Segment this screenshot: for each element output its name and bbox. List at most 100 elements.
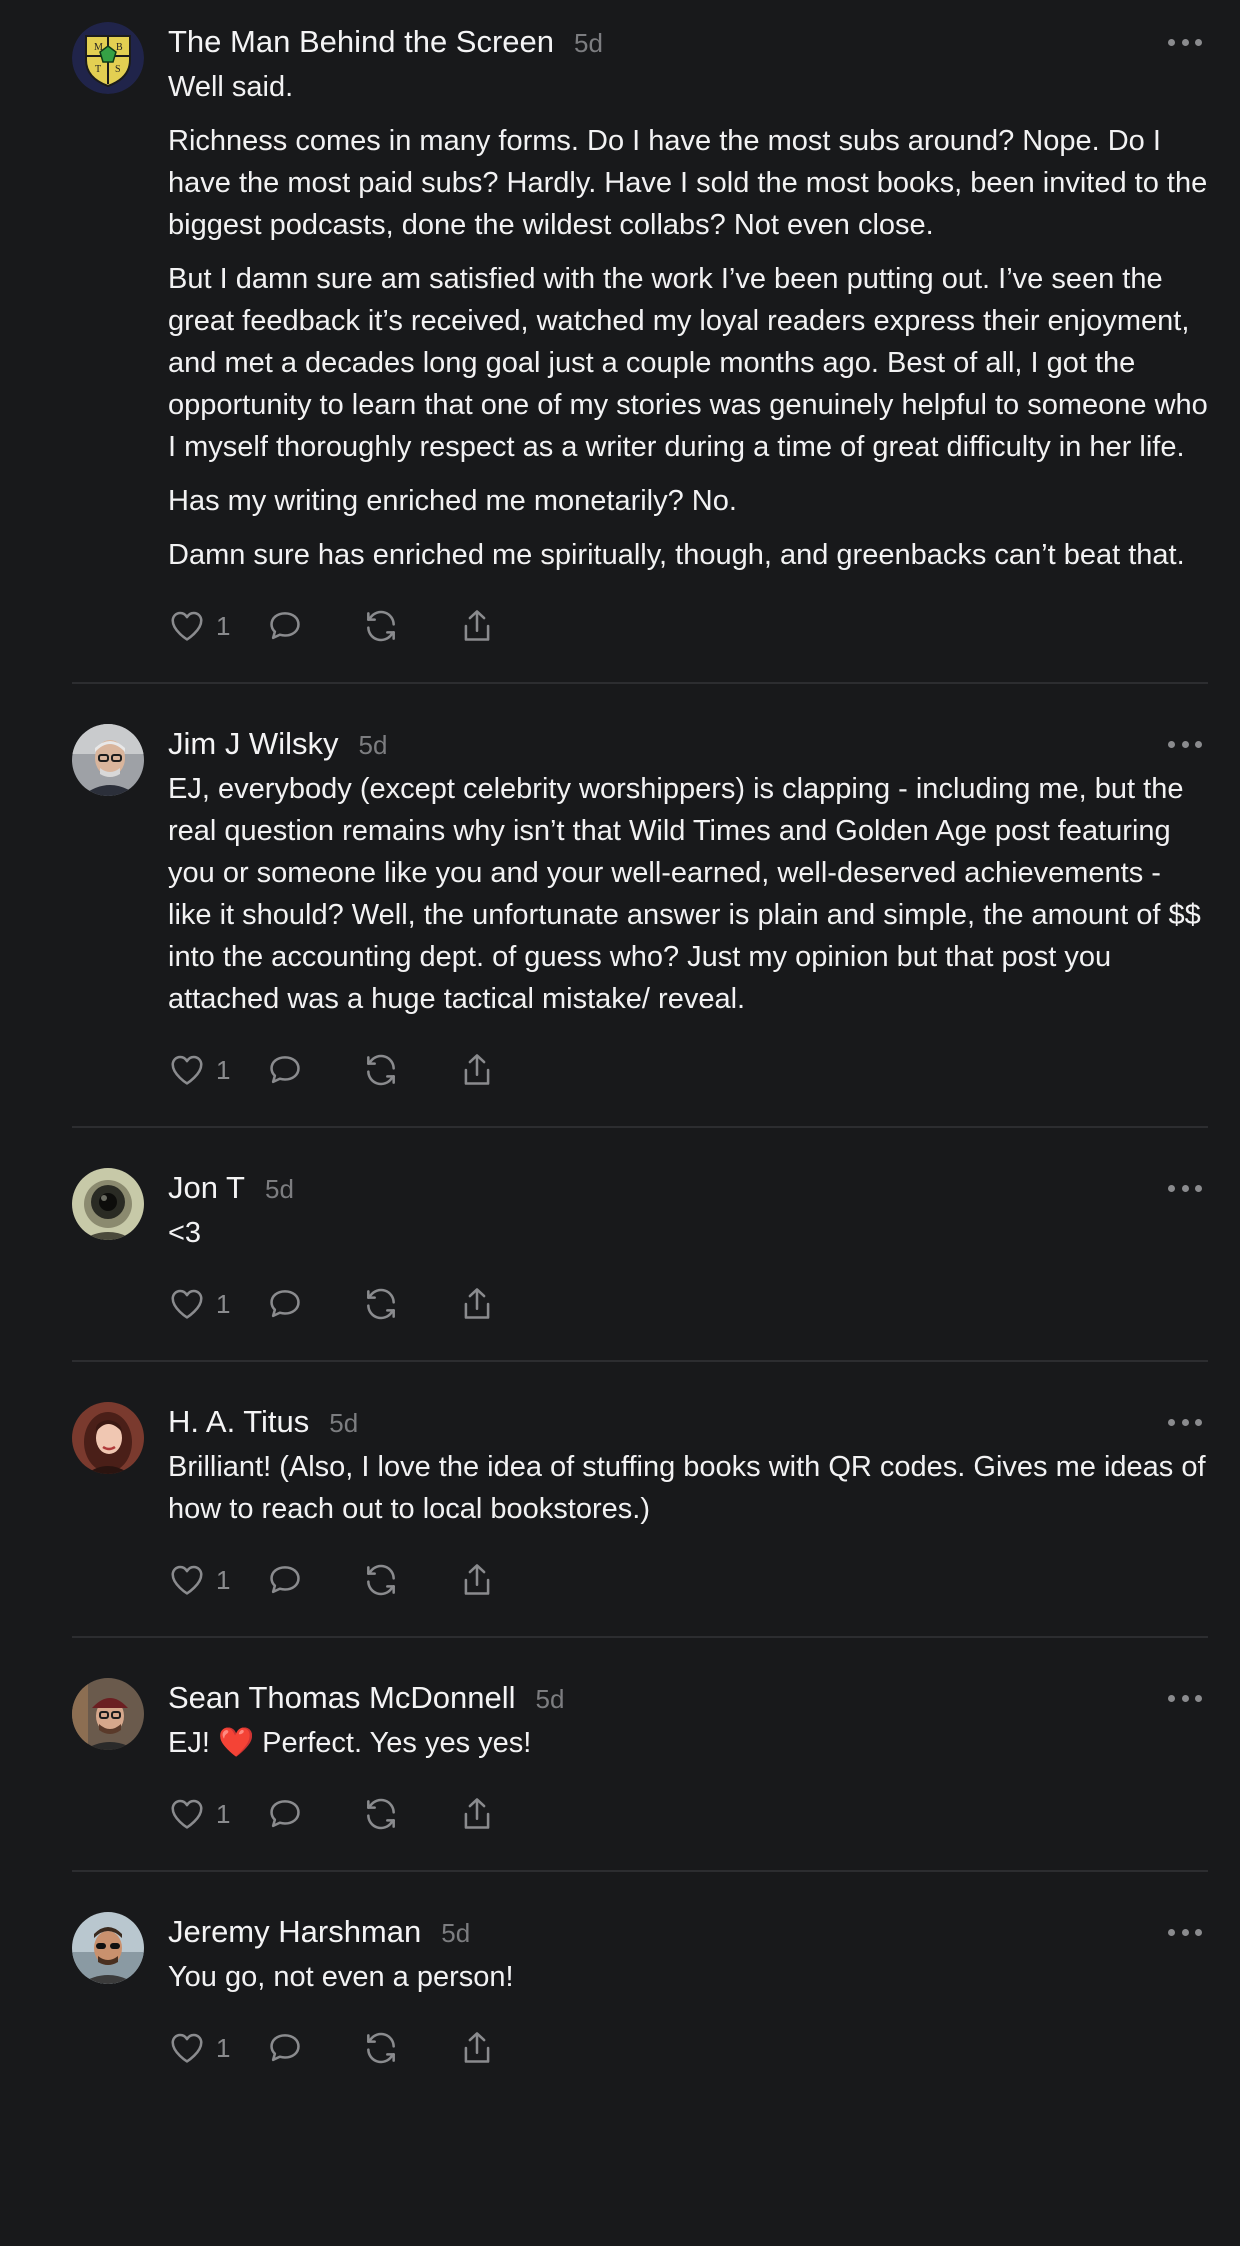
restack-button[interactable] (362, 607, 400, 645)
avatar[interactable] (72, 724, 144, 796)
comment-paragraph: <3 (168, 1217, 202, 1249)
comment-body: Brilliant! (Also, I love the idea of stu… (168, 1446, 1208, 1530)
restack-icon (367, 1054, 395, 1086)
author-name[interactable]: Sean Thomas McDonnell (168, 1678, 516, 1718)
share-icon (464, 610, 490, 641)
share-button[interactable] (458, 1561, 496, 1599)
comment-content: H. A. Titus 5d Brilliant! (Also, I love … (168, 1402, 1208, 1636)
restack-button[interactable] (362, 1795, 400, 1833)
restack-button[interactable] (362, 2029, 400, 2067)
share-icon (464, 1564, 490, 1595)
avatar[interactable] (72, 1402, 144, 1474)
comment-paragraph: Richness comes in many forms. Do I have … (168, 125, 1208, 241)
more-options-icon[interactable] (1168, 1688, 1202, 1708)
comment-bubble-icon (270, 1566, 300, 1594)
more-options-icon[interactable] (1168, 1412, 1202, 1432)
comment-paragraph: Has my writing enriched me monetarily? N… (168, 485, 737, 517)
avatar[interactable] (72, 1168, 144, 1240)
share-button[interactable] (458, 1795, 496, 1833)
comment-actions: 1 (168, 1284, 1208, 1324)
more-options-icon[interactable] (1168, 32, 1202, 52)
comment-content: Jeremy Harshman 5d You go, not even a pe… (168, 1912, 1208, 2088)
like-button[interactable]: 1 (168, 1285, 238, 1323)
comment-header: Jeremy Harshman 5d (168, 1912, 1208, 1952)
comment-item: Jeremy Harshman 5d You go, not even a pe… (72, 1872, 1208, 2088)
like-button[interactable]: 1 (168, 1561, 238, 1599)
like-count: 1 (216, 2032, 231, 2063)
reply-button[interactable] (266, 1285, 304, 1323)
timestamp[interactable]: 5d (265, 1169, 294, 1209)
more-options-icon[interactable] (1168, 734, 1202, 754)
comment-header: H. A. Titus 5d (168, 1402, 1208, 1442)
share-button[interactable] (458, 1051, 496, 1089)
comment-paragraph: You go, not even a person! (168, 1961, 514, 1993)
comment-bubble-icon (270, 1800, 300, 1828)
comment-content: Jon T 5d <3 1 (168, 1168, 1208, 1360)
like-count: 1 (216, 610, 231, 641)
comment-header: Sean Thomas McDonnell 5d (168, 1678, 1208, 1718)
timestamp[interactable]: 5d (441, 1913, 470, 1953)
comment-paragraph: EJ! ❤️ Perfect. Yes yes yes! (168, 1727, 532, 1759)
share-icon (464, 1288, 490, 1319)
avatar[interactable] (72, 1678, 144, 1750)
more-options-icon[interactable] (1168, 1922, 1202, 1942)
like-count: 1 (216, 1054, 231, 1085)
share-button[interactable] (458, 2029, 496, 2067)
comment-item: Jon T 5d <3 1 (72, 1128, 1208, 1360)
author-name[interactable]: H. A. Titus (168, 1402, 309, 1442)
share-button[interactable] (458, 1285, 496, 1323)
restack-button[interactable] (362, 1051, 400, 1089)
like-count: 1 (216, 1798, 231, 1829)
like-button[interactable]: 1 (168, 1051, 238, 1089)
heart-icon (171, 611, 203, 641)
author-name[interactable]: Jim J Wilsky (168, 724, 338, 764)
comment-item: Jim J Wilsky 5d EJ, everybody (except ce… (72, 684, 1208, 1126)
woman-portrait-photo-icon (72, 1402, 144, 1474)
share-icon (464, 1798, 490, 1829)
timestamp[interactable]: 5d (358, 725, 387, 765)
comment-header: Jim J Wilsky 5d (168, 724, 1208, 764)
man-with-glasses-photo-icon (72, 724, 144, 796)
restack-icon (367, 1798, 395, 1830)
comment-content: Sean Thomas McDonnell 5d EJ! ❤️ Perfect.… (168, 1678, 1208, 1870)
comment-actions: 1 (168, 606, 1208, 646)
author-name[interactable]: Jeremy Harshman (168, 1912, 421, 1952)
comment-paragraph: Brilliant! (Also, I love the idea of stu… (168, 1451, 1206, 1525)
comment-bubble-icon (270, 1290, 300, 1318)
author-name[interactable]: Jon T (168, 1168, 245, 1208)
heart-icon (171, 1799, 203, 1829)
comment-paragraph: Well said. (168, 71, 294, 103)
comment-header: Jon T 5d (168, 1168, 1208, 1208)
like-button[interactable]: 1 (168, 607, 238, 645)
restack-button[interactable] (362, 1561, 400, 1599)
share-button[interactable] (458, 607, 496, 645)
reply-button[interactable] (266, 1051, 304, 1089)
restack-icon (367, 2032, 395, 2064)
author-name[interactable]: The Man Behind the Screen (168, 22, 554, 62)
man-with-cap-photo-icon (72, 1678, 144, 1750)
reply-button[interactable] (266, 2029, 304, 2067)
timestamp[interactable]: 5d (574, 23, 603, 63)
svg-text:S: S (115, 64, 121, 75)
comment-content: Jim J Wilsky 5d EJ, everybody (except ce… (168, 724, 1208, 1126)
comments-feed: M B T S The Man Behind the Screen 5d Wel… (0, 0, 1240, 2246)
reply-button[interactable] (266, 1795, 304, 1833)
comment-body: <3 (168, 1212, 1208, 1254)
restack-button[interactable] (362, 1285, 400, 1323)
comment-paragraph: EJ, everybody (except celebrity worshipp… (168, 773, 1201, 1015)
reply-button[interactable] (266, 607, 304, 645)
avatar[interactable] (72, 1912, 144, 1984)
like-count: 1 (216, 1288, 231, 1319)
comment-actions: 1 (168, 1560, 1208, 1600)
heart-icon (171, 2033, 203, 2063)
comment-actions: 1 (168, 2028, 1208, 2068)
timestamp[interactable]: 5d (329, 1403, 358, 1443)
more-options-icon[interactable] (1168, 1178, 1202, 1198)
avatar[interactable]: M B T S (72, 22, 144, 94)
like-count: 1 (216, 1564, 231, 1595)
comment-header: The Man Behind the Screen 5d (168, 22, 1208, 62)
reply-button[interactable] (266, 1561, 304, 1599)
like-button[interactable]: 1 (168, 2029, 238, 2067)
timestamp[interactable]: 5d (536, 1679, 565, 1719)
like-button[interactable]: 1 (168, 1795, 238, 1833)
